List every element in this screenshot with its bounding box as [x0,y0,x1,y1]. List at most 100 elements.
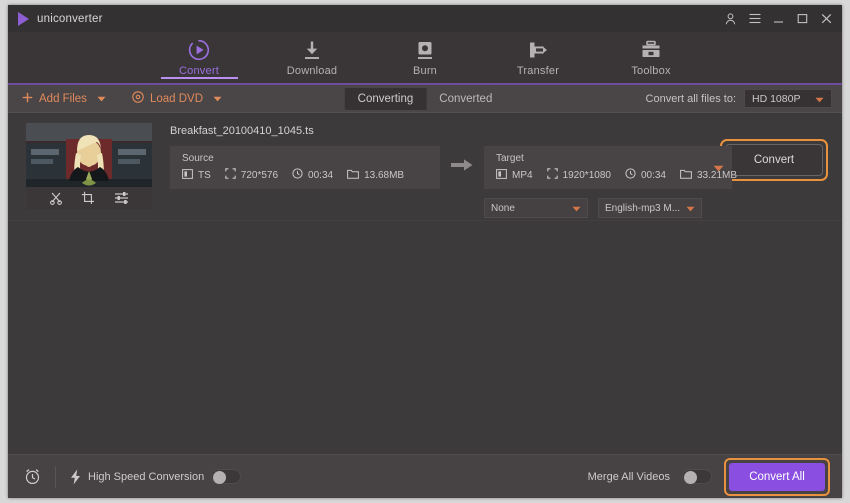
target-title: Target [496,153,524,164]
audio-track-select[interactable]: English-mp3 M... [598,198,702,218]
high-speed-label: High Speed Conversion [88,470,205,483]
target-duration: 00:34 [625,168,666,182]
bottom-right-group: Merge All Videos Convert All [587,457,830,496]
bottom-divider [55,465,56,488]
convert-all-format-group: Convert all files to: HD 1080P [646,89,832,108]
nav-item-transfer[interactable]: Transfer [500,38,577,77]
source-size: 13.68MB [347,169,404,182]
source-target-row: Source TS 720*576 00:34 13.68MB Target M… [170,146,737,189]
nav-item-download[interactable]: Download [274,38,351,77]
add-files-button[interactable]: Add Files [22,92,106,106]
clock-icon [292,168,303,182]
target-format-value: MP4 [512,169,533,181]
convert-all-highlight: Convert All [724,457,830,496]
nav-label-download: Download [286,65,338,77]
source-resolution: 720*576 [225,168,278,182]
trim-icon[interactable] [49,191,63,205]
nav-label-toolbox: Toolbox [631,65,671,77]
target-resolution-value: 1920*1080 [562,169,611,181]
file-format-icon [496,168,507,182]
output-format-value: HD 1080P [752,92,801,105]
tab-converted[interactable]: Converted [426,88,505,110]
account-icon[interactable] [724,12,737,25]
convert-all-to-label: Convert all files to: [645,92,736,105]
target-settings-chevron-down-icon[interactable] [713,159,724,177]
conversion-arrow [440,146,484,189]
merge-all-videos-toggle[interactable] [682,469,712,484]
lightning-bolt-icon [70,469,81,485]
high-speed-conversion-group: High Speed Conversion [70,469,242,485]
output-format-select[interactable]: HD 1080P [744,89,832,108]
source-format-value: TS [198,169,211,181]
source-info-box: Source TS 720*576 00:34 13.68MB [170,146,440,189]
thumbnail-tools [26,187,152,209]
main-navigation: Convert Download Burn Transfer Toolbox [8,32,842,85]
nav-item-convert[interactable]: Convert [160,38,238,79]
file-list-panel: Breakfast_20100410_1045.ts Source TS 720… [8,113,842,454]
app-logo-icon [18,11,29,26]
chevron-down-icon[interactable] [97,93,106,105]
chevron-down-icon [572,199,581,217]
maximize-button[interactable] [796,12,809,25]
nav-active-underline [160,77,238,79]
file-list-item[interactable]: Breakfast_20100410_1045.ts Source TS 720… [8,113,842,221]
subtitle-select[interactable]: None [484,198,588,218]
source-format: TS [182,168,211,182]
toggle-knob [213,471,227,484]
arrow-right-icon [451,158,473,177]
action-toolbar: Add Files Load DVD Converting Converted … [8,85,842,113]
source-duration: 00:34 [292,168,333,182]
load-dvd-button[interactable]: Load DVD [132,91,222,106]
toggle-knob [684,471,697,484]
burn-disc-icon [414,38,436,62]
target-resolution: 1920*1080 [546,168,611,182]
download-arrow-icon [301,38,323,62]
alarm-clock-icon[interactable] [24,468,41,485]
source-title: Source [182,153,214,164]
audio-track-value: English-mp3 M... [605,202,681,214]
plus-icon [22,92,33,106]
nav-label-burn: Burn [412,65,438,77]
bottom-left-group: High Speed Conversion [24,465,242,488]
resolution-icon [225,168,236,182]
close-button[interactable] [820,12,833,25]
target-format: MP4 [496,168,533,182]
convert-all-button[interactable]: Convert All [729,462,825,491]
clock-icon [625,168,636,182]
source-resolution-value: 720*576 [240,169,279,181]
crop-icon[interactable] [81,191,95,205]
effect-icon[interactable] [114,191,129,205]
video-thumbnail[interactable] [26,123,152,209]
file-thumbnail-group [26,123,152,209]
merge-all-videos-label: Merge All Videos [587,470,670,483]
chevron-down-icon [815,90,824,108]
nav-label-transfer: Transfer [516,65,560,77]
subtitle-value: None [491,202,515,214]
application-window: uniconverter Convert Download Burn Trans… [8,5,842,498]
track-selectors: None English-mp3 M... [170,198,712,218]
high-speed-toggle[interactable] [211,469,242,484]
title-bar: uniconverter [8,5,842,32]
resolution-icon [546,168,558,182]
nav-item-burn[interactable]: Burn [387,38,464,77]
source-duration-value: 00:34 [308,169,334,181]
menu-icon[interactable] [748,12,761,25]
window-controls [724,5,833,32]
chevron-down-icon [686,199,695,217]
file-format-icon [182,168,193,182]
target-size: 33.21MB [680,169,737,182]
folder-icon [347,169,359,182]
convert-button[interactable]: Convert [725,144,823,176]
transfer-device-icon [527,38,549,62]
convert-play-circle-icon [188,38,210,62]
source-size-value: 13.68MB [364,169,405,181]
tab-converting[interactable]: Converting [344,87,427,110]
target-duration-value: 00:34 [640,169,666,181]
toolbox-icon [640,38,662,62]
status-tabs: Converting Converted [344,87,506,110]
nav-item-toolbox[interactable]: Toolbox [613,38,690,77]
file-details: Breakfast_20100410_1045.ts Source TS 720… [152,123,737,218]
minimize-button[interactable] [772,12,785,25]
chevron-down-icon[interactable] [213,93,222,105]
source-meta: TS 720*576 00:34 13.68MB [182,168,428,182]
